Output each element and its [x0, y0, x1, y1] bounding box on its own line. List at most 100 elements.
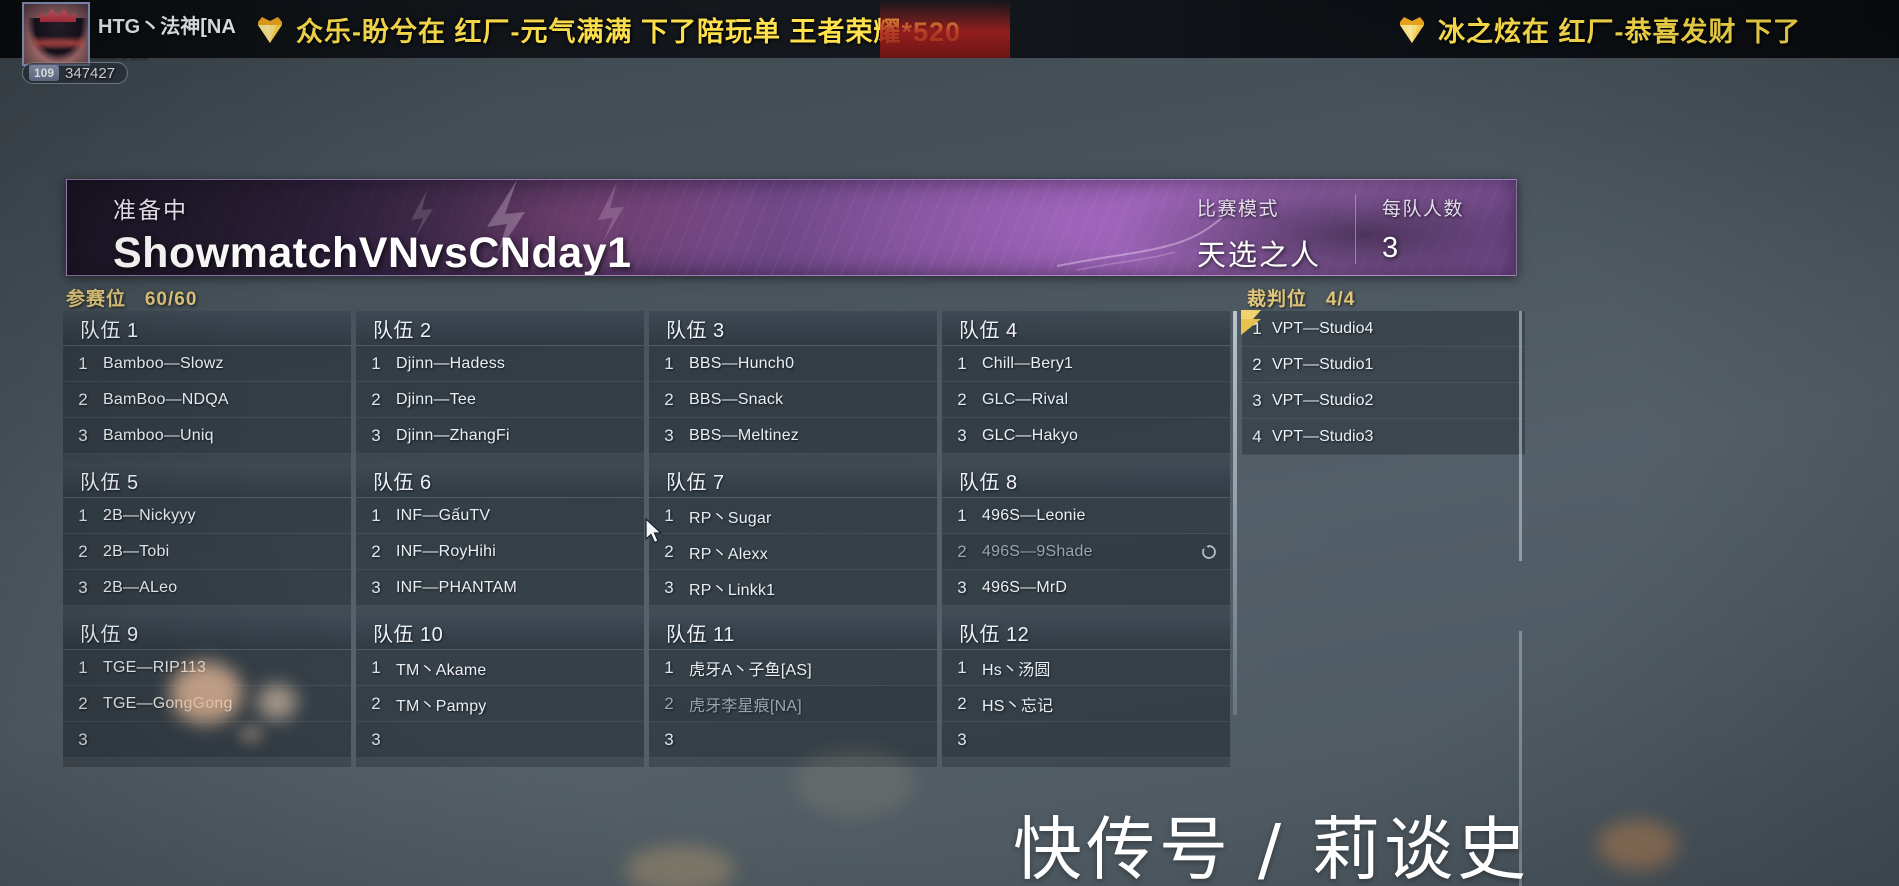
slot-player-name: RP丶Linkk1: [689, 581, 776, 599]
team-header: 队伍 5: [63, 463, 351, 498]
team-slot[interactable]: 2 BamBoo—NDQA: [63, 382, 351, 418]
host-flag-icon: [1241, 310, 1261, 335]
referee-panel-rail-right: [1519, 311, 1522, 561]
team-size-block: 每队人数 3: [1354, 194, 1498, 264]
team-slot[interactable]: 1 Chill—Bery1: [942, 346, 1230, 382]
team-slot[interactable]: 3 496S—MrD: [942, 570, 1230, 606]
team-slot[interactable]: 2 虎牙李星痕[NA]: [649, 686, 937, 722]
slot-number: 1: [371, 657, 381, 677]
slot-player-name: BBS—Snack: [689, 390, 784, 408]
slot-number: 1: [957, 657, 967, 677]
players-section-caption: 参赛位 60/60: [66, 284, 197, 311]
team-slot[interactable]: 2 BBS—Snack: [649, 382, 937, 418]
team-slot[interactable]: 1 虎牙A丶子鱼[AS]: [649, 650, 937, 686]
slot-number: 2: [957, 693, 967, 713]
team-size-value: 3: [1381, 232, 1401, 264]
team-slot[interactable]: 3 GLC—Hakyo: [942, 418, 1230, 454]
slot-player-name: TM丶Akame: [396, 661, 487, 679]
team-panel: 队伍 3 1 BBS—Hunch0 2 BBS—Snack 3 BBS—Meltinez: [649, 311, 937, 463]
team-panel: 队伍 6 1 INF—GấuTV 2 INF—RoyHihi 3 INF—PHANTAM: [356, 463, 644, 615]
match-mode-block: 比赛模式 天选之人: [1171, 194, 1355, 272]
team-slot[interactable]: 2 RP丶Alexx: [649, 534, 937, 570]
team-slot[interactable]: 3 RP丶Linkk1: [649, 570, 937, 606]
slot-number: 3: [78, 577, 88, 597]
team-header: 队伍 2: [356, 311, 644, 346]
slot-player-name: 虎牙A丶子鱼[AS]: [689, 661, 812, 679]
team-slot[interactable]: 3 Bamboo—Uniq: [63, 418, 351, 454]
slot-player-name: RP丶Alexx: [689, 545, 768, 563]
team-slot[interactable]: 2 496S—9Shade: [942, 534, 1230, 570]
slot-player-name: BBS—Meltinez: [689, 426, 799, 444]
slot-number: 1: [957, 353, 967, 373]
team-slot[interactable]: 3 2B—ALeo: [63, 570, 351, 606]
slot-number: 2: [957, 541, 967, 561]
team-slot[interactable]: 1 Djinn—Hadess: [356, 346, 644, 382]
team-slot[interactable]: 3 INF—PHANTAM: [356, 570, 644, 606]
team-slot[interactable]: 2 2B—Tobi: [63, 534, 351, 570]
players-caption-label: 参赛位: [66, 289, 127, 310]
streamer-name: HTG丶法神[NA: [98, 16, 236, 38]
team-slot[interactable]: 3: [63, 722, 351, 758]
game-lobby-screen: 众乐-盼兮在 红厂-元气满满 下了陪玩单 王者荣耀*520 冰之炫在 红厂-恭喜…: [0, 0, 1899, 886]
team-slot[interactable]: 2 TM丶Pampy: [356, 686, 644, 722]
team-size-label: 每队人数: [1381, 199, 1464, 220]
team-slot[interactable]: 3 Djinn—ZhangFi: [356, 418, 644, 454]
slot-number: 3: [371, 729, 381, 749]
team-header: 队伍 4: [942, 311, 1230, 346]
team-panel: 队伍 10 1 TM丶Akame 2 TM丶Pampy 3: [356, 615, 644, 767]
slot-number: 2: [371, 693, 381, 713]
team-slot[interactable]: 1 Hs丶汤圆: [942, 650, 1230, 686]
room-id: 347427: [65, 64, 116, 82]
team-header: 队伍 3: [649, 311, 937, 346]
team-panel: 队伍 1 1 Bamboo—Slowz 2 BamBoo—NDQA 3 Bamboo—Uni…: [63, 311, 351, 463]
team-panel: 队伍 7 1 RP丶Sugar 2 RP丶Alexx 3 RP丶Linkk1: [649, 463, 937, 615]
team-slot[interactable]: 1 2B—Nickyyy: [63, 498, 351, 534]
team-header: 队伍 8: [942, 463, 1230, 498]
slot-player-name: 虎牙李星痕[NA]: [689, 697, 802, 715]
team-slot[interactable]: 3: [942, 722, 1230, 758]
watermark: 快传号 / 莉谈史: [1013, 810, 1531, 886]
team-slot[interactable]: 2 TGE—GongGong: [63, 686, 351, 722]
team-slot[interactable]: 2 HS丶忘记: [942, 686, 1230, 722]
referee-row[interactable]: 1 VPT—Studio4: [1241, 310, 1525, 347]
referee-number: 2: [1252, 354, 1262, 374]
team-slot[interactable]: 1 Bamboo—Slowz: [63, 346, 351, 382]
team-slot[interactable]: 3 BBS—Meltinez: [649, 418, 937, 454]
slot-number: 1: [371, 505, 381, 525]
slot-number: 3: [664, 729, 674, 749]
gem-icon: [1395, 13, 1429, 45]
team-slot[interactable]: 1 TM丶Akame: [356, 650, 644, 686]
match-mode-value: 天选之人: [1196, 240, 1321, 272]
avatar-blush: [33, 34, 83, 52]
slot-number: 2: [371, 541, 381, 561]
mouse-cursor: [645, 518, 663, 544]
team-slot[interactable]: 1 INF—GấuTV: [356, 498, 644, 534]
slot-number: 3: [78, 729, 88, 749]
slot-number: 3: [664, 577, 674, 597]
marquee-topbar: 众乐-盼兮在 红厂-元气满满 下了陪玩单 王者荣耀*520 冰之炫在 红厂-恭喜…: [0, 0, 1899, 58]
referee-row[interactable]: 2 VPT—Studio1: [1242, 347, 1525, 383]
team-panel: 队伍 5 1 2B—Nickyyy 2 2B—Tobi 3 2B—ALeo: [63, 463, 351, 615]
slot-player-name: Hs丶汤圆: [982, 661, 1051, 679]
team-slot[interactable]: 3: [356, 722, 644, 758]
team-slot[interactable]: 1 TGE—RIP113: [63, 650, 351, 686]
team-panel: 队伍 9 1 TGE—RIP113 2 TGE—GongGong 3: [63, 615, 351, 767]
team-slot[interactable]: 2 GLC—Rival: [942, 382, 1230, 418]
team-slot[interactable]: 2 Djinn—Tee: [356, 382, 644, 418]
slot-player-name: 496S—9Shade: [982, 542, 1093, 560]
team-slot[interactable]: 3: [649, 722, 937, 758]
team-slot[interactable]: 1 BBS—Hunch0: [649, 346, 937, 382]
team-slot[interactable]: 2 INF—RoyHihi: [356, 534, 644, 570]
referee-row[interactable]: 4 VPT—Studio3: [1242, 419, 1525, 455]
slot-number: 3: [957, 577, 967, 597]
avatar: [22, 2, 90, 66]
bokeh-light: [1598, 820, 1678, 870]
banner-left-group: 准备中 ShowmatchVNvsCNday1: [113, 191, 632, 275]
referee-row[interactable]: 3 VPT—Studio2: [1242, 383, 1525, 419]
team-slot[interactable]: 1 496S—Leonie: [942, 498, 1230, 534]
slot-player-name: TM丶Pampy: [396, 697, 487, 715]
team-slot[interactable]: 1 RP丶Sugar: [649, 498, 937, 534]
team-header: 队伍 6: [356, 463, 644, 498]
marquee-text-1: 众乐-盼兮在 红厂-元气满满 下了陪玩单 王者荣耀*520: [296, 16, 962, 47]
gem-icon: [253, 13, 287, 45]
